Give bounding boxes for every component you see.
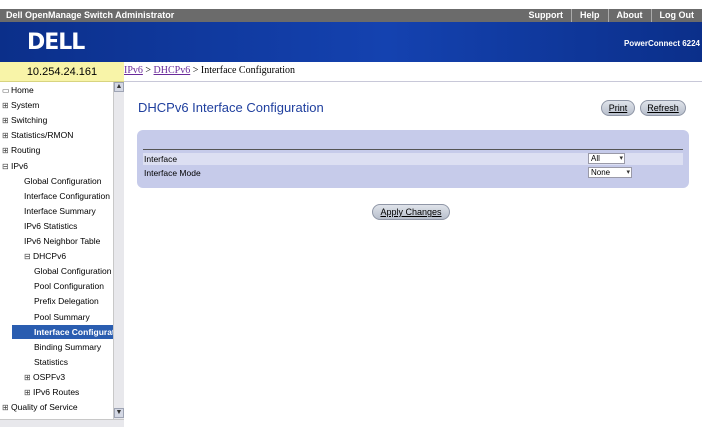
sidebar-item[interactable]: ⊞ Routing xyxy=(2,143,113,157)
sidebar-item[interactable]: Pool Configuration xyxy=(34,279,113,293)
help-link[interactable]: Help xyxy=(570,9,608,22)
settings-panel: Interface All ▾ Interface Mode None ▾ xyxy=(137,130,689,188)
sidebar-item[interactable]: Global Configuration xyxy=(24,174,113,188)
sidebar-item-label: Global Configuration xyxy=(34,266,112,277)
scroll-up-icon[interactable]: ▲ xyxy=(114,82,124,92)
sidebar-item-label: Prefix Delegation xyxy=(34,296,99,307)
sidebar-item-label: Global Configuration xyxy=(24,175,102,186)
support-link[interactable]: Support xyxy=(520,9,571,22)
home-icon: ▭ xyxy=(2,86,10,95)
interface-select[interactable]: All ▾ xyxy=(588,153,625,164)
breadcrumb: IPv6 > DHCPv6 > Interface Configuration xyxy=(124,62,702,82)
sidebar-nav: ▭Home ⊞ System ⊞ Switching ⊞ Statistics/RMON ⊞ R… xyxy=(0,82,124,427)
sidebar-item-label: Pool Configuration xyxy=(34,281,104,292)
collapse-icon[interactable]: ⊟ xyxy=(24,250,33,263)
expand-icon[interactable]: ⊞ xyxy=(2,99,11,112)
expand-icon[interactable]: ⊞ xyxy=(2,129,11,142)
breadcrumb-current: Interface Configuration xyxy=(200,65,296,76)
top-links: Support Help About Log Out xyxy=(520,9,702,22)
sidebar-item-label: Interface Summary xyxy=(24,205,96,216)
sidebar-horizontal-scrollbar[interactable] xyxy=(0,419,124,427)
sidebar-item[interactable]: ⊞ Switching xyxy=(2,113,113,127)
banner: DELL PowerConnect 6224 xyxy=(0,22,702,62)
sidebar-item[interactable]: ▭Home xyxy=(2,83,113,97)
expand-icon[interactable]: ⊞ xyxy=(24,371,33,384)
sidebar-vertical-scrollbar[interactable]: ▲ ▼ xyxy=(113,82,124,419)
sidebar-item-label: Interface Configuration xyxy=(34,326,113,337)
expand-icon[interactable]: ⊞ xyxy=(2,144,11,157)
interface-mode-select[interactable]: None ▾ xyxy=(588,167,632,178)
refresh-button[interactable]: Refresh xyxy=(640,100,686,116)
interface-select-value: All xyxy=(591,154,600,163)
sidebar-item[interactable]: Interface Configuration xyxy=(24,189,113,203)
expand-icon[interactable]: ⊞ xyxy=(2,114,11,127)
sidebar-item-label: Quality of Service xyxy=(11,402,78,413)
sidebar-item-label: Routing xyxy=(11,145,41,156)
sidebar-item-label: Home xyxy=(11,85,34,95)
breadcrumb-separator: > xyxy=(192,65,199,76)
chevron-down-icon: ▾ xyxy=(626,169,630,176)
interface-label: Interface xyxy=(144,154,178,164)
dell-logo: DELL xyxy=(27,30,85,55)
print-button[interactable]: Print xyxy=(601,100,635,116)
interface-row: Interface All ▾ xyxy=(143,153,683,165)
product-name: PowerConnect 6224 xyxy=(623,39,700,48)
breadcrumb-separator: > xyxy=(145,65,152,76)
sidebar-item-label: Statistics/RMON xyxy=(11,130,74,141)
top-bar: Dell OpenManage Switch Administrator Sup… xyxy=(0,9,702,22)
interface-mode-select-value: None xyxy=(591,168,611,177)
sidebar-item[interactable]: ⊞ Quality of Service xyxy=(2,400,113,414)
sidebar-item[interactable]: ⊞ Statistics/RMON xyxy=(2,128,113,142)
sidebar-item-label: IPv6 xyxy=(11,160,29,171)
sidebar-item[interactable]: ⊞ IPv6 Routes xyxy=(24,385,113,399)
sidebar-item[interactable]: IPv6 Neighbor Table xyxy=(24,234,113,248)
page-title: DHCPv6 Interface Configuration xyxy=(138,100,324,115)
sidebar-item-label: Binding Summary xyxy=(34,341,102,352)
sidebar-item[interactable]: Statistics xyxy=(34,355,113,369)
sidebar-item-label: Interface Configuration xyxy=(24,190,110,201)
breadcrumb-dhcpv6[interactable]: DHCPv6 xyxy=(154,65,191,76)
sidebar-item-label: IPv6 Neighbor Table xyxy=(24,236,101,246)
sidebar-item[interactable]: ⊞ OSPFv3 xyxy=(24,370,113,384)
sidebar-item[interactable]: IPv6 Statistics xyxy=(24,219,113,233)
about-link[interactable]: About xyxy=(607,9,651,22)
interface-mode-row: Interface Mode None ▾ xyxy=(143,167,683,179)
sidebar-item[interactable]: ⊞ System xyxy=(2,98,113,112)
expand-icon[interactable]: ⊞ xyxy=(24,386,33,399)
collapse-icon[interactable]: ⊟ xyxy=(2,160,11,173)
sidebar-item-label: IPv6 Routes xyxy=(33,387,80,397)
sidebar-item[interactable]: ⊟ IPv6 xyxy=(2,159,113,173)
app-title: Dell OpenManage Switch Administrator xyxy=(6,10,175,20)
sidebar-item[interactable]: Pool Summary xyxy=(34,310,113,324)
sidebar-item-label: System xyxy=(11,100,40,111)
sidebar-item-label: Switching xyxy=(11,115,48,126)
sidebar-item[interactable]: Global Configuration xyxy=(34,264,113,278)
sidebar-item-label: DHCPv6 xyxy=(33,251,67,262)
breadcrumb-ipv6[interactable]: IPv6 xyxy=(124,65,143,76)
sidebar-item[interactable]: ⊟ DHCPv6 xyxy=(24,249,113,263)
panel-divider xyxy=(143,149,683,150)
chevron-down-icon: ▾ xyxy=(619,155,623,162)
expand-icon[interactable]: ⊞ xyxy=(2,401,11,414)
sidebar-item-label: Statistics xyxy=(34,356,69,367)
sidebar-item[interactable]: Prefix Delegation xyxy=(34,294,113,308)
ip-address: 10.254.24.161 xyxy=(0,62,124,82)
sidebar-item-label: IPv6 Statistics xyxy=(24,220,78,231)
sidebar-item-label: OSPFv3 xyxy=(33,371,66,382)
logout-link[interactable]: Log Out xyxy=(650,9,702,22)
sidebar-item[interactable]: Interface Configuration xyxy=(12,324,113,339)
sidebar-item[interactable]: Binding Summary xyxy=(34,340,113,354)
scroll-down-icon[interactable]: ▼ xyxy=(114,408,124,418)
sidebar-item[interactable]: Interface Summary xyxy=(24,204,113,218)
interface-mode-label: Interface Mode xyxy=(144,168,201,178)
apply-changes-button[interactable]: Apply Changes xyxy=(372,204,450,220)
sidebar-item-label: Pool Summary xyxy=(34,311,90,322)
